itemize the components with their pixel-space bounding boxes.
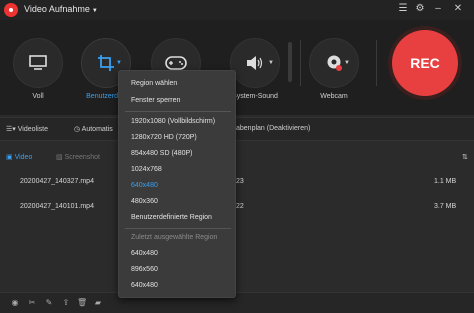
clock-icon: ◷ — [74, 126, 82, 133]
menu-item-recent-3[interactable]: 640x480 — [131, 282, 158, 289]
caret-down-icon: ▼ — [91, 8, 98, 14]
toolbar-divider — [300, 40, 301, 86]
options-row: ☰▾ Videoliste ◷ Automatis abenplan (Deak… — [0, 117, 474, 141]
file-row[interactable]: 20200427_140327.mp4 23 1.1 MB — [0, 175, 474, 191]
tool-label-voll: Voll — [32, 93, 44, 100]
tab-screenshot[interactable]: ▨ Screenshot — [56, 153, 100, 161]
webcam-caret-icon[interactable]: ▼ — [344, 60, 350, 66]
menu-item-res-1024[interactable]: 1024x768 — [131, 166, 162, 173]
file-name: 20200427_140101.mp4 — [20, 203, 94, 210]
video-icon: ▣ — [6, 154, 15, 161]
volume-slider[interactable] — [288, 42, 292, 82]
file-size: 1.1 MB — [434, 178, 457, 185]
monitor-icon — [29, 55, 47, 70]
videoliste-toggle[interactable]: ☰▾ Videoliste — [6, 125, 48, 133]
gear-icon[interactable]: ⚙ — [414, 3, 426, 15]
tab-video[interactable]: ▣ Video — [6, 153, 32, 161]
menu-divider — [125, 111, 231, 112]
speaker-icon — [247, 56, 263, 70]
webcam-icon — [327, 55, 342, 71]
preview-icon[interactable]: ◉ — [10, 298, 20, 308]
file-row[interactable]: 20200427_140101.mp4 22 3.7 MB — [0, 200, 474, 216]
file-duration: 23 — [236, 178, 244, 185]
folder-icon[interactable]: ▰ — [93, 298, 103, 308]
file-tabs: ▣ Video ▨ Screenshot ⇅ — [0, 147, 474, 167]
menu-item-region-select[interactable]: Region wählen — [131, 80, 177, 87]
close-icon[interactable]: ✕ — [452, 3, 464, 15]
app-logo-icon — [4, 3, 18, 17]
edit-icon[interactable]: ✎ — [44, 298, 54, 308]
schedule-option[interactable]: abenplan (Deaktivieren) — [236, 125, 310, 132]
cut-icon[interactable]: ✂ — [27, 298, 37, 308]
menu-item-res-1280[interactable]: 1280x720 HD (720P) — [131, 134, 197, 141]
menu-item-res-854[interactable]: 854x480 SD (480P) — [131, 150, 192, 157]
region-dropdown-menu: Region wählen Fenster sperren 1920x1080 … — [118, 70, 236, 298]
menu-item-recent-2[interactable]: 896x560 — [131, 266, 158, 273]
recording-toolbar: Voll ▼ Benutzerdef. ▼ System-Sound ▼ Web… — [0, 20, 474, 115]
rec-button[interactable]: REC — [392, 30, 458, 96]
rec-label: REC — [410, 55, 440, 71]
app-title-label: Video Aufnahme — [24, 4, 90, 14]
list-icon: ☰▾ — [6, 126, 18, 133]
menu-divider — [125, 228, 231, 229]
tab-video-label: Video — [14, 154, 33, 161]
crop-caret-icon[interactable]: ▼ — [116, 60, 122, 66]
menu-item-res-640[interactable]: 640x480 — [131, 182, 158, 189]
crop-icon — [98, 55, 114, 71]
tool-label-webcam: Webcam — [320, 93, 348, 100]
videoliste-label: Videoliste — [17, 126, 48, 133]
gamepad-icon — [165, 56, 187, 70]
fullscreen-button[interactable] — [13, 38, 63, 88]
delete-icon[interactable]: 🗑 — [77, 298, 87, 308]
auto-stop-option[interactable]: ◷ Automatis — [74, 125, 113, 133]
sound-caret-icon[interactable]: ▼ — [268, 60, 274, 66]
minimize-icon[interactable]: – — [432, 3, 444, 15]
list-icon[interactable]: ☰ — [397, 3, 409, 15]
bottom-action-bar: ◉ ✂ ✎ ⇪ 🗑 ▰ — [0, 292, 474, 313]
title-bar: Video Aufnahme ▼ ☰ ⚙ – ✕ — [0, 0, 474, 20]
menu-item-recent-1[interactable]: 640x480 — [131, 250, 158, 257]
image-icon: ▨ — [56, 154, 65, 161]
menu-item-res-480[interactable]: 480x360 — [131, 198, 158, 205]
auto-stop-label: Automatis — [81, 126, 113, 133]
webcam-button[interactable] — [309, 38, 359, 88]
menu-item-res-1920[interactable]: 1920x1080 (Vollbildschirm) — [131, 118, 215, 125]
file-name: 20200427_140327.mp4 — [20, 178, 94, 185]
sort-icon[interactable]: ⇅ — [462, 153, 468, 161]
schedule-label: abenplan (Deaktivieren) — [236, 125, 311, 132]
tab-screenshot-label: Screenshot — [64, 154, 100, 161]
app-title-dropdown[interactable]: Video Aufnahme ▼ — [24, 4, 98, 14]
file-duration: 22 — [236, 203, 244, 210]
menu-header-recent: Zuletzt ausgewählte Region — [131, 234, 218, 241]
file-size: 3.7 MB — [434, 203, 457, 210]
toolbar-divider — [376, 40, 377, 86]
menu-item-custom-region[interactable]: Benutzerdefinierte Region — [131, 214, 212, 221]
menu-item-lock-window[interactable]: Fenster sperren — [131, 97, 180, 104]
export-icon[interactable]: ⇪ — [61, 298, 71, 308]
